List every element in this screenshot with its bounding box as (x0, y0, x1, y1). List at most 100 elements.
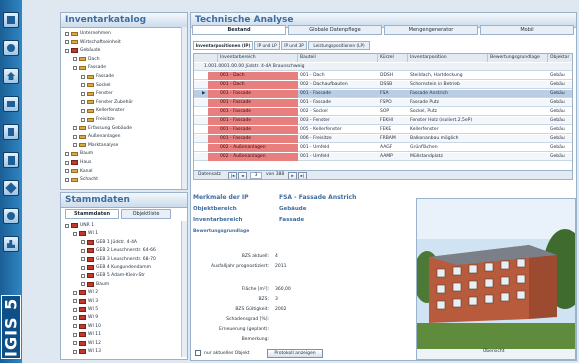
expand-toggle-icon[interactable] (81, 257, 85, 262)
expand-toggle-icon[interactable] (65, 160, 69, 165)
stamm-item[interactable]: WI 12 (73, 340, 101, 347)
expand-toggle-icon[interactable] (73, 126, 77, 131)
catalog-item[interactable]: Fassade (81, 73, 114, 80)
expand-toggle-icon[interactable] (73, 57, 77, 62)
field-value[interactable]: 2011 (275, 264, 286, 269)
tab-objektliste[interactable]: Objektliste (121, 209, 171, 219)
chart-icon[interactable] (3, 236, 19, 252)
catalog-item[interactable]: Wirtschaftseinheit (65, 39, 121, 46)
expand-toggle-icon[interactable] (65, 48, 69, 53)
expand-toggle-icon[interactable] (81, 117, 85, 122)
catalog-item[interactable]: Baum (65, 150, 93, 157)
table-row[interactable]: 001 - Fassade 006 - Freisitze FRBAM Balkona… (194, 135, 572, 143)
stamm-item[interactable]: WI 13 (73, 348, 101, 355)
stamm-item[interactable]: GEB 3 Leuschnerstr. 68-70 (81, 256, 156, 263)
table-row[interactable]: 001 - Dach 002 - Dachaufbauten DSSB Schorns… (194, 81, 572, 89)
grid-group-row[interactable]: 1.001.0001.00.00 Jüdstr. 4-4A Braunschwe… (194, 63, 572, 71)
expand-toggle-icon[interactable] (65, 169, 69, 174)
catalog-item[interactable]: Kanal (65, 168, 93, 175)
tab-globale-datenpflege[interactable]: Globale Datenpflege (288, 25, 382, 35)
monitor-icon[interactable] (3, 96, 19, 112)
catalog-item[interactable]: Haus (65, 159, 91, 166)
last-record-button[interactable]: ▸| (298, 172, 307, 179)
expand-toggle-icon[interactable] (73, 134, 77, 139)
col-inventarposition[interactable]: Inventarposition (408, 54, 488, 62)
catalog-item[interactable]: Sockel (81, 82, 111, 89)
stamm-item[interactable]: GEB 1 Jüdstr. 4-4A (81, 239, 137, 246)
catalog-item[interactable]: Freisitze (81, 116, 115, 123)
expand-toggle-icon[interactable] (73, 315, 77, 320)
expand-toggle-icon[interactable] (73, 143, 77, 148)
expand-toggle-icon[interactable] (73, 307, 77, 312)
expand-toggle-icon[interactable] (81, 91, 85, 96)
stamm-item[interactable]: WI 10 (73, 323, 101, 330)
catalog-item[interactable]: Fassade (73, 64, 106, 71)
stamm-item[interactable]: WI 11 (73, 331, 101, 338)
catalog-item[interactable]: Gebäude (65, 47, 100, 54)
col-inventarbereich[interactable]: Inventarbereich (218, 54, 298, 62)
record-input[interactable]: 3 (250, 172, 262, 179)
expand-toggle-icon[interactable] (81, 74, 85, 79)
expand-toggle-icon[interactable] (81, 240, 85, 245)
subtab-lp[interactable]: Leistungspositionen (LP) (308, 41, 370, 50)
contract-icon[interactable] (3, 180, 19, 196)
expand-toggle-icon[interactable] (81, 100, 85, 105)
field-value[interactable]: 3 (275, 297, 278, 302)
stamm-scrollbar[interactable] (181, 221, 187, 357)
catalog-item[interactable]: Unternehmen (65, 30, 111, 37)
table-row[interactable]: 002 - Außenanlagen 001 - Umfeld AAGF Grünfl… (194, 144, 572, 152)
expand-toggle-icon[interactable] (65, 151, 69, 156)
expand-toggle-icon[interactable] (81, 248, 85, 253)
table-row[interactable]: 001 - Dach 001 - Dach DDSH Steildach, Hartd… (194, 72, 572, 80)
subtab-ip-3p[interactable]: IP und 3P (281, 41, 307, 50)
expand-toggle-icon[interactable] (73, 341, 77, 346)
stamm-item[interactable]: WI 5 (73, 306, 98, 313)
expand-toggle-icon[interactable] (73, 324, 77, 329)
stamm-item[interactable]: WI 9 (73, 314, 98, 321)
expand-toggle-icon[interactable] (73, 332, 77, 337)
catalog-item[interactable]: Schacht (65, 176, 98, 183)
document-icon[interactable] (3, 152, 19, 168)
expand-toggle-icon[interactable] (73, 65, 77, 70)
table-row[interactable]: 001 - Fassade 001 - Fassade FSPO Fassade Pu… (194, 99, 572, 107)
field-value[interactable]: 4 (275, 254, 278, 259)
tab-mengengenerator[interactable]: Mengengenerator (384, 25, 478, 35)
expand-toggle-icon[interactable] (73, 231, 77, 236)
expand-toggle-icon[interactable] (65, 40, 69, 45)
prev-record-button[interactable]: ◂ (238, 172, 247, 179)
expand-toggle-icon[interactable] (65, 223, 69, 228)
stamm-item[interactable]: WI 2 (73, 289, 98, 296)
catalog-item[interactable]: Erfassung Gebäude (73, 125, 132, 132)
catalog-item[interactable]: Fenster (81, 90, 113, 97)
field-value[interactable]: 360,00 (275, 287, 291, 292)
catalog-scrollbar[interactable] (181, 27, 187, 189)
tab-stammdaten[interactable]: Stammdaten (65, 209, 119, 219)
expand-toggle-icon[interactable] (73, 290, 77, 295)
table-row[interactable]: 002 - Außenanlagen 001 - Umfeld AAMP Müllst… (194, 153, 572, 161)
stamm-item[interactable]: GEB 4 Kungundendamm (81, 264, 151, 271)
expand-toggle-icon[interactable] (81, 282, 85, 287)
expand-toggle-icon[interactable] (81, 83, 85, 88)
calculator-icon[interactable] (3, 124, 19, 140)
database-icon[interactable] (3, 12, 19, 28)
expand-toggle-icon[interactable] (81, 108, 85, 113)
stamm-item[interactable]: GEB 2 Leuschnerstr. 64-66 (81, 247, 156, 254)
tab-mobil[interactable]: Mobil (480, 25, 574, 35)
table-row[interactable]: 001 - Fassade 003 - Fenster FEKHI Fenster H… (194, 117, 572, 125)
catalog-item[interactable]: Dach (73, 56, 100, 63)
subtab-ip[interactable]: Inventarpositionen (IP) (193, 41, 253, 50)
col-bewertungsgrundlage[interactable]: Bewertungsgrundlage (488, 54, 548, 62)
table-row[interactable]: 001 - Fassade 005 - Kellerfenster FEKE Kell… (194, 126, 572, 134)
stamm-item[interactable]: WI 3 (73, 298, 98, 305)
stamm-item[interactable]: WI 1 (73, 230, 98, 237)
catalog-item[interactable]: Kellerfenster (81, 107, 125, 114)
subtab-ip-lp[interactable]: IP und LP (254, 41, 280, 50)
show-protocol-button[interactable]: Protokoll anzeigen (267, 349, 323, 358)
expand-toggle-icon[interactable] (65, 31, 69, 36)
catalog-item[interactable]: Marktanalyse (73, 142, 118, 149)
home-icon[interactable] (3, 68, 19, 84)
expand-toggle-icon[interactable] (73, 349, 77, 354)
col-kuerzel[interactable]: Kürzel (378, 54, 408, 62)
search-icon[interactable] (3, 208, 19, 224)
expand-toggle-icon[interactable] (81, 273, 85, 278)
